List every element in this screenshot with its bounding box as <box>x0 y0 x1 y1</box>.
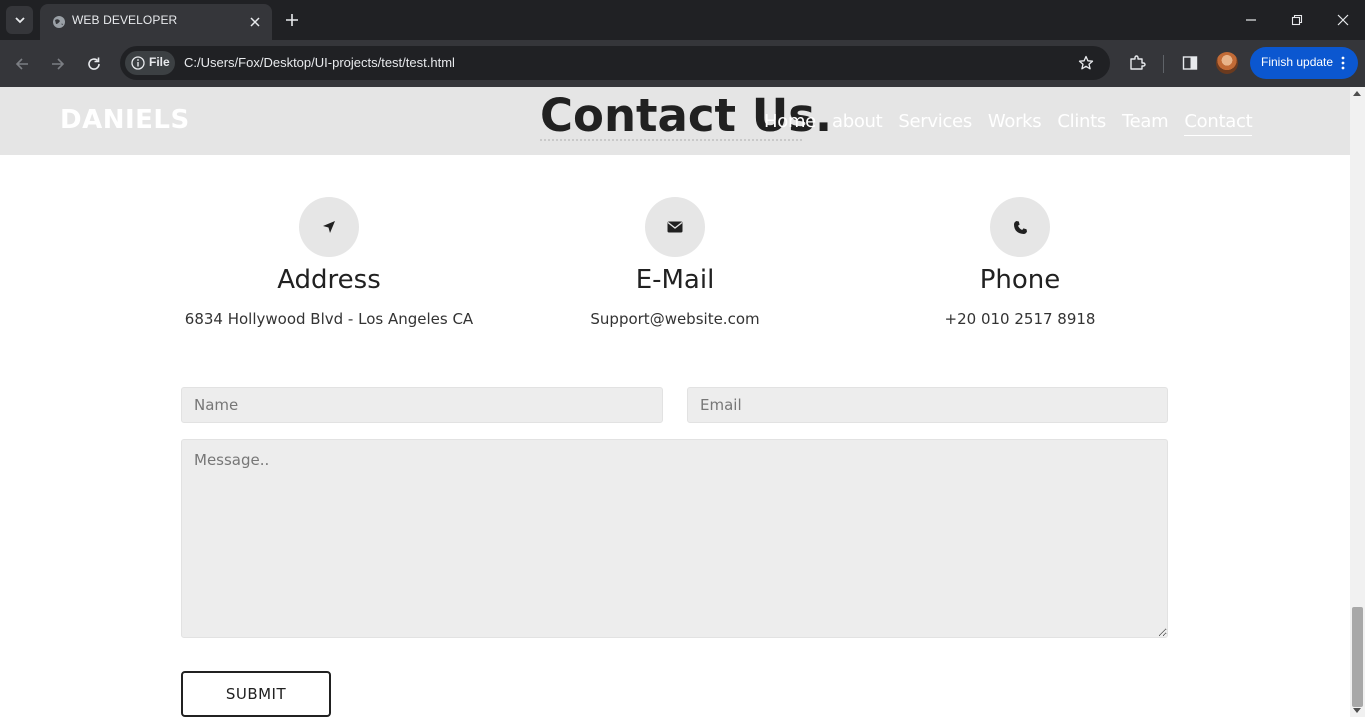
scroll-down-arrow[interactable] <box>1353 708 1361 713</box>
puzzle-icon <box>1130 55 1146 70</box>
title-underline <box>540 139 802 141</box>
tab-close-button[interactable] <box>245 12 265 32</box>
envelope-icon <box>667 221 683 233</box>
browser-tab-bar: WEB DEVELOPER <box>0 0 1365 40</box>
reload-icon <box>88 57 100 70</box>
toolbar-divider <box>1163 55 1164 73</box>
site-header: DANIELS Contact Us. Home about Services … <box>0 87 1350 155</box>
arrow-left-icon <box>15 58 28 70</box>
bookmark-button[interactable] <box>1075 52 1097 74</box>
nav-link-home[interactable]: Home <box>764 110 816 136</box>
side-panel-icon <box>1182 56 1198 70</box>
forward-button[interactable] <box>46 52 70 76</box>
more-vert-icon <box>1341 56 1345 70</box>
address-text: 6834 Hollywood Blvd - Los Angeles CA <box>184 310 474 328</box>
address-bar[interactable]: File C:/Users/Fox/Desktop/UI-projects/te… <box>120 46 1110 80</box>
email-input[interactable] <box>687 387 1168 423</box>
info-icon <box>131 56 145 70</box>
page-scrollbar[interactable] <box>1350 87 1365 717</box>
address-icon-circle <box>299 197 359 257</box>
tab-title: WEB DEVELOPER <box>72 13 178 27</box>
page-viewport: DANIELS Contact Us. Home about Services … <box>0 87 1365 717</box>
close-icon <box>250 17 260 27</box>
site-chip-label: File <box>149 55 170 69</box>
phone-text: +20 010 2517 8918 <box>944 310 1096 328</box>
nav-link-works[interactable]: Works <box>988 110 1042 136</box>
side-panel-button[interactable] <box>1178 51 1202 75</box>
phone-icon-circle <box>990 197 1050 257</box>
chevron-down-icon <box>14 17 25 24</box>
nav-link-team[interactable]: Team <box>1122 110 1169 136</box>
browser-tab[interactable]: WEB DEVELOPER <box>40 4 272 40</box>
message-textarea[interactable] <box>181 439 1168 638</box>
phone-icon <box>1013 220 1027 234</box>
tab-search-button[interactable] <box>6 6 33 34</box>
email-title: E-Mail <box>635 265 715 295</box>
scroll-up-arrow[interactable] <box>1353 91 1361 96</box>
profile-avatar[interactable] <box>1216 52 1238 74</box>
minimize-button[interactable] <box>1239 8 1263 32</box>
reload-button[interactable] <box>82 52 106 76</box>
email-text: Support@website.com <box>590 310 760 328</box>
plus-icon <box>286 14 298 26</box>
site-logo[interactable]: DANIELS <box>60 105 190 135</box>
nav-link-about[interactable]: about <box>832 110 883 136</box>
browser-toolbar: File C:/Users/Fox/Desktop/UI-projects/te… <box>0 40 1365 87</box>
extensions-button[interactable] <box>1125 51 1149 75</box>
submit-button[interactable]: SUBMIT <box>181 671 331 717</box>
email-icon-circle <box>645 197 705 257</box>
nav-link-clints[interactable]: Clints <box>1057 110 1106 136</box>
globe-icon <box>53 16 65 28</box>
phone-title: Phone <box>979 265 1061 295</box>
close-window-button[interactable] <box>1331 8 1355 32</box>
site-nav: Home about Services Works Clints Team Co… <box>764 110 1253 136</box>
location-arrow-icon <box>323 221 335 233</box>
name-input[interactable] <box>181 387 663 423</box>
restore-button[interactable] <box>1285 8 1309 32</box>
nav-link-contact[interactable]: Contact <box>1184 110 1253 136</box>
nav-link-services[interactable]: Services <box>898 110 972 136</box>
scroll-thumb[interactable] <box>1352 607 1363 707</box>
address-title: Address <box>277 265 381 295</box>
url-text[interactable]: C:/Users/Fox/Desktop/UI-projects/test/te… <box>184 55 455 70</box>
new-tab-button[interactable] <box>282 10 302 30</box>
arrow-right-icon <box>52 58 65 70</box>
close-icon <box>1337 14 1349 26</box>
finish-update-button[interactable]: Finish update <box>1250 47 1358 79</box>
finish-update-label: Finish update <box>1261 55 1334 69</box>
star-icon <box>1078 55 1094 70</box>
minimize-icon <box>1246 19 1256 21</box>
restore-icon <box>1291 14 1303 26</box>
back-button[interactable] <box>10 52 34 76</box>
